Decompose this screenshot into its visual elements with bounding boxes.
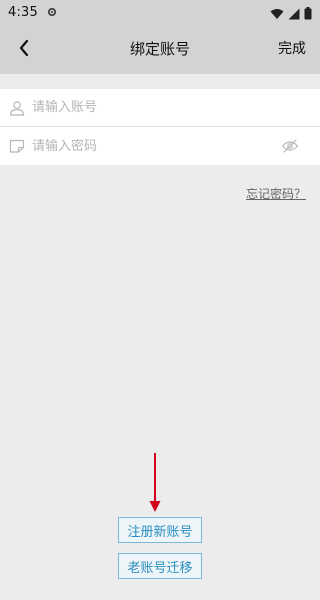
settings-gear-icon	[46, 6, 58, 18]
red-arrow-annotation	[149, 453, 161, 512]
account-input[interactable]	[32, 100, 252, 115]
password-visibility-toggle[interactable]	[280, 137, 300, 155]
account-field	[0, 89, 320, 127]
battery-icon	[304, 5, 312, 24]
password-input[interactable]	[32, 138, 252, 154]
user-icon	[8, 99, 26, 117]
status-icons	[270, 5, 312, 24]
done-button[interactable]: 完成	[278, 38, 306, 58]
cell-signal-icon	[288, 5, 300, 24]
toolbar: 绑定账号 完成	[0, 24, 320, 74]
migrate-old-account-button[interactable]: 老账号迁移	[118, 553, 202, 579]
register-new-account-button[interactable]: 注册新账号	[118, 517, 202, 543]
eye-off-icon	[281, 139, 299, 153]
status-time: 4:35	[8, 4, 38, 20]
forgot-password-link[interactable]: 忘记密码？	[246, 185, 306, 202]
page-title: 绑定账号	[129, 40, 190, 58]
password-field	[0, 127, 320, 165]
login-form	[0, 89, 320, 165]
status-bar: 4:35	[0, 0, 320, 24]
wifi-icon	[270, 5, 284, 24]
note-icon	[8, 137, 26, 155]
